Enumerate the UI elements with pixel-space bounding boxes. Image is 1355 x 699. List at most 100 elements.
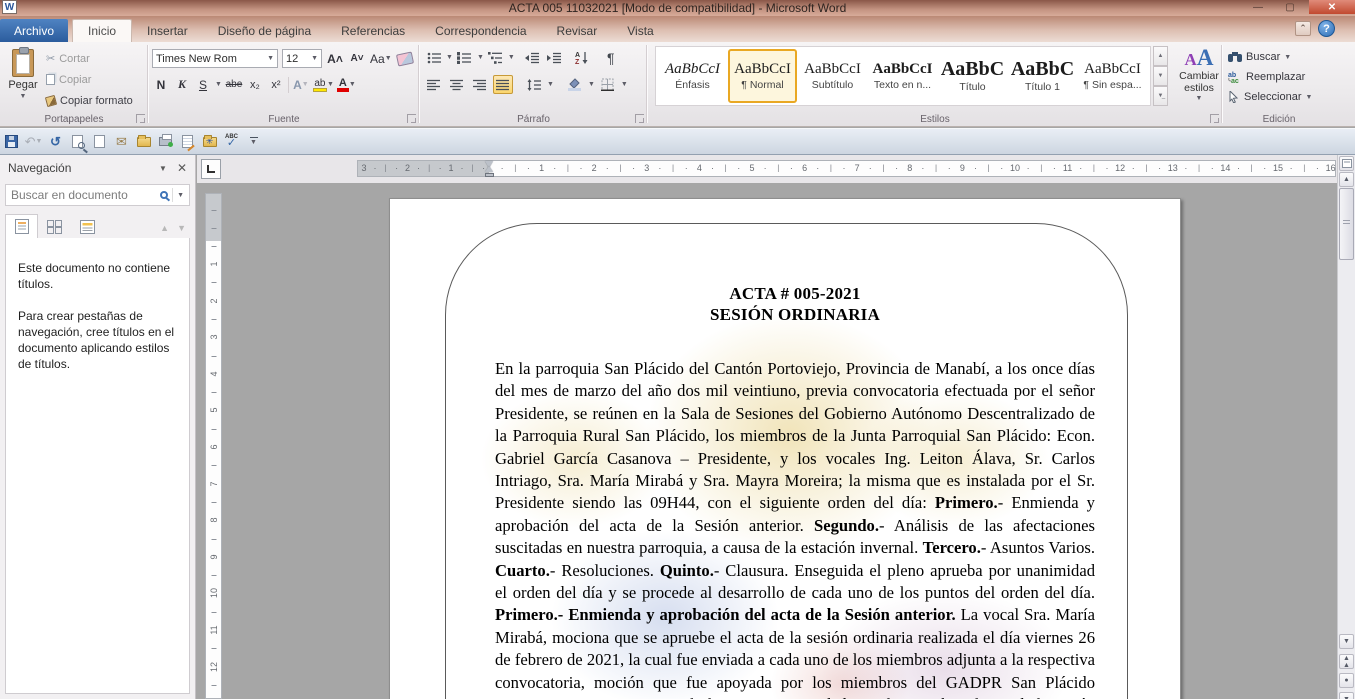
decrease-indent-icon[interactable] [523, 48, 543, 67]
strikethrough-button[interactable]: abe [225, 75, 243, 94]
document-text[interactable]: ACTA # 005-2021 SESIÓN ORDINARIA En la p… [495, 283, 1095, 699]
scroll-up-icon[interactable]: ▲ [1339, 172, 1354, 187]
tab-inicio[interactable]: Inicio [72, 19, 132, 42]
next-heading-icon[interactable]: ▼ [177, 223, 186, 233]
font-name-combo[interactable]: Times New Rom ▼ [152, 49, 278, 68]
shading-dropdown-icon[interactable]: ▼ [588, 81, 595, 88]
style-item[interactable]: AaBbCTítulo [938, 49, 1007, 103]
style-item[interactable]: AaBbCcI¶ Sin espa... [1078, 49, 1147, 103]
select-button[interactable]: Seleccionar▼ [1224, 87, 1312, 107]
numbering-dropdown-icon[interactable]: ▼ [477, 54, 484, 61]
borders-dropdown-icon[interactable]: ▼ [621, 81, 628, 88]
gallery-scroll-up-icon[interactable]: ▲ [1153, 46, 1168, 66]
left-indent-marker[interactable] [485, 173, 494, 177]
tab-archivo[interactable]: Archivo [0, 19, 68, 42]
tab-correspondencia[interactable]: Correspondencia [420, 19, 541, 42]
shrink-font-button[interactable]: A˅ [348, 49, 366, 68]
clear-formatting-button[interactable] [396, 49, 414, 68]
undo-icon[interactable]: ↶▼ [23, 131, 44, 153]
paste-button[interactable]: Pegar ▼ [4, 46, 42, 118]
navigation-pane-close-icon[interactable]: ✕ [177, 161, 187, 175]
minimize-ribbon-icon[interactable]: ⌃ [1295, 21, 1311, 36]
spelling-grammar-icon[interactable]: ABC✓ [221, 131, 242, 153]
folder-special-icon[interactable]: ✳ [199, 131, 220, 153]
multilevel-dropdown-icon[interactable]: ▼ [508, 54, 515, 61]
previous-page-icon[interactable]: ▲▲ [1339, 654, 1354, 669]
document-search-input[interactable]: Buscar en documento ▼ [5, 184, 190, 206]
browse-pages-tab[interactable] [38, 214, 71, 239]
scroll-down-icon[interactable]: ▼ [1339, 634, 1354, 649]
highlight-button[interactable]: ab▼ [313, 75, 334, 94]
align-center-icon[interactable] [447, 75, 467, 94]
line-spacing-dropdown-icon[interactable]: ▼ [547, 81, 554, 88]
style-item[interactable]: AaBbCcI¶ Normal [728, 49, 797, 103]
ruler-toggle-icon[interactable] [1339, 156, 1354, 171]
gallery-scroll-down-icon[interactable]: ▼ [1153, 66, 1168, 86]
shading-icon[interactable] [565, 75, 585, 94]
underline-button[interactable]: S [194, 75, 212, 94]
redo-icon[interactable]: ↺ [45, 131, 66, 153]
mail-attachment-icon[interactable]: ✉ [111, 131, 132, 153]
help-icon[interactable]: ? [1318, 20, 1335, 37]
pilcrow-icon[interactable]: ¶ [601, 48, 621, 67]
style-item[interactable]: AaBbCcISubtítulo [798, 49, 867, 103]
print-preview-icon[interactable] [67, 131, 88, 153]
find-button[interactable]: Buscar▼ [1224, 47, 1312, 67]
numbering-icon[interactable] [455, 48, 475, 67]
copy-button[interactable]: Copiar [44, 69, 136, 90]
next-page-icon[interactable]: ▼ [1339, 692, 1354, 699]
cut-button[interactable]: ✂ Cortar [44, 48, 136, 69]
tab-referencias[interactable]: Referencias [326, 19, 420, 42]
text-effects-button[interactable]: A▼ [292, 75, 310, 94]
tab-insertar[interactable]: Insertar [132, 19, 203, 42]
search-icon[interactable] [160, 191, 168, 199]
multilevel-list-icon[interactable] [486, 48, 506, 67]
style-item[interactable]: AaBbCcITexto en n... [868, 49, 937, 103]
grow-font-button[interactable]: A˄ [326, 49, 344, 68]
tab-diseno-de-pagina[interactable]: Diseño de página [203, 19, 326, 42]
subscript-button[interactable]: x₂ [246, 75, 264, 94]
tab-revisar[interactable]: Revisar [542, 19, 613, 42]
close-button[interactable]: ✕ [1309, 0, 1355, 14]
quick-print-icon[interactable] [155, 131, 176, 153]
scrollbar-thumb[interactable] [1339, 188, 1354, 260]
align-left-icon[interactable] [424, 75, 444, 94]
underline-dropdown-icon[interactable]: ▼ [215, 81, 222, 88]
bullets-dropdown-icon[interactable]: ▼ [446, 54, 453, 61]
browse-object-icon[interactable]: ● [1339, 673, 1354, 688]
document-page[interactable]: ACTA # 005-2021 SESIÓN ORDINARIA En la p… [389, 198, 1181, 699]
bold-button[interactable]: N [152, 75, 170, 94]
style-item[interactable]: AaBbCTítulo 1 [1008, 49, 1077, 103]
change-case-button[interactable]: Aa▼ [370, 49, 392, 68]
save-icon[interactable] [1, 131, 22, 153]
minimize-button[interactable]: — [1245, 0, 1271, 14]
change-styles-button[interactable]: AA Cambiar estilos ▼ [1172, 46, 1226, 110]
justify-icon[interactable] [493, 75, 513, 94]
search-options-icon[interactable]: ▼ [177, 192, 184, 199]
open-folder-icon[interactable] [133, 131, 154, 153]
format-painter-button[interactable]: Copiar formato [44, 90, 136, 111]
gallery-more-icon[interactable]: ▼̲ [1153, 86, 1168, 106]
italic-button[interactable]: K [173, 75, 191, 94]
maximize-button[interactable]: ▢ [1277, 0, 1303, 14]
edit-document-icon[interactable] [177, 131, 198, 153]
font-color-button[interactable]: A▼ [337, 75, 356, 94]
more-commands-icon[interactable]: ▼ [243, 131, 264, 153]
replace-button[interactable]: abac Reemplazar [1224, 67, 1312, 87]
style-item[interactable]: AaBbCcIÉnfasis [658, 49, 727, 103]
sort-icon[interactable]: AZ [573, 48, 593, 67]
superscript-button[interactable]: x² [267, 75, 285, 94]
browse-headings-tab[interactable] [5, 214, 38, 239]
hanging-indent-marker[interactable] [485, 166, 493, 172]
new-document-icon[interactable] [89, 131, 110, 153]
font-size-combo[interactable]: 12 ▼ [282, 49, 322, 68]
previous-heading-icon[interactable]: ▲ [160, 223, 169, 233]
document-body-text[interactable]: En la parroquia San Plácido del Cantón P… [495, 358, 1095, 699]
tab-stop-selector[interactable] [201, 159, 221, 179]
align-right-icon[interactable] [470, 75, 490, 94]
navigation-pane-menu-icon[interactable]: ▼ [159, 164, 167, 173]
borders-icon[interactable] [598, 75, 618, 94]
increase-indent-icon[interactable] [545, 48, 565, 67]
bullets-icon[interactable] [424, 48, 444, 67]
line-spacing-icon[interactable] [524, 75, 544, 94]
